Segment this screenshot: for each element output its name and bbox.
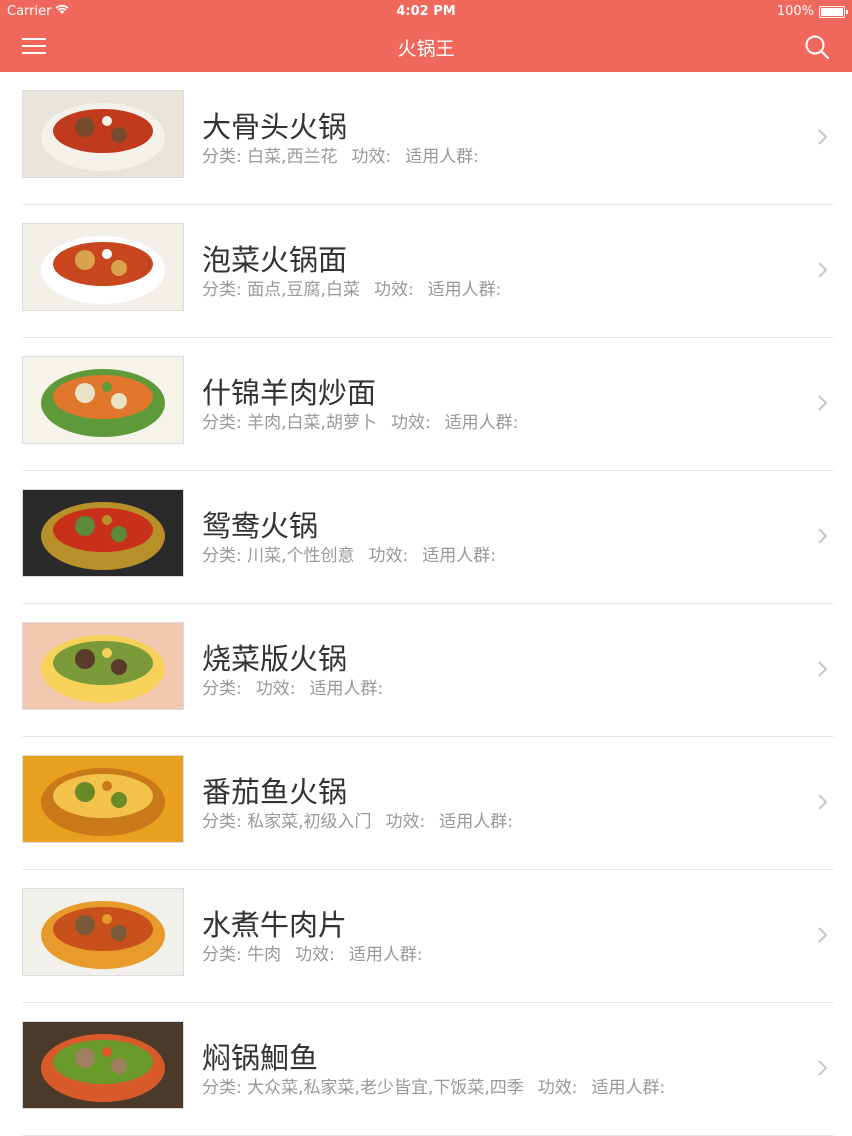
chevron-right-icon xyxy=(816,126,830,148)
recipe-effect: 功效: xyxy=(295,945,335,965)
recipe-effect: 功效: xyxy=(390,413,431,433)
recipe-category: 分类: 面点,豆腐,白菜 xyxy=(202,280,360,300)
navigation-bar: 火锅王 xyxy=(0,24,852,72)
chevron-right-icon xyxy=(816,259,830,281)
recipe-row[interactable]: 什锦羊肉炒面分类: 羊肉,白菜,胡萝卜 功效: 适用人群: xyxy=(0,338,852,471)
battery-percent: 100% xyxy=(776,4,814,19)
recipe-thumbnail xyxy=(22,755,184,843)
recipe-audience: 适用人群: xyxy=(591,1078,666,1098)
recipe-meta: 分类: 川菜,个性创意 功效: 适用人群: xyxy=(202,541,496,566)
recipe-category: 分类: 白菜,西兰花 xyxy=(202,147,338,167)
recipe-thumbnail xyxy=(22,888,184,976)
recipe-row[interactable]: 大骨头火锅分类: 白菜,西兰花 功效: 适用人群: xyxy=(0,72,852,205)
recipe-meta: 分类: 面点,豆腐,白菜 功效: 适用人群: xyxy=(202,275,501,300)
recipe-audience: 适用人群: xyxy=(405,147,480,167)
recipe-title: 水煮牛肉片 xyxy=(202,908,348,942)
recipe-row[interactable]: 番茄鱼火锅分类: 私家菜,初级入门 功效: 适用人群: xyxy=(0,737,852,870)
recipe-title: 番茄鱼火锅 xyxy=(202,775,348,809)
recipe-list: 大骨头火锅 分类: 白菜,西兰花 功效: 适用人群: 泡菜火锅面 分类: 面点,豆腐,白菜… xyxy=(0,72,852,1136)
recipe-row[interactable]: 泡菜火锅面分类: 面点,豆腐,白菜 功效: 适用人群: xyxy=(0,205,852,338)
recipe-title: 什锦羊肉炒面 xyxy=(202,376,377,410)
recipe-effect: 功效: xyxy=(537,1078,578,1098)
recipe-title: 大骨头火锅 xyxy=(202,110,348,144)
recipe-audience: 适用人群: xyxy=(348,945,423,965)
recipe-effect: 功效: xyxy=(255,679,296,699)
recipe-title: 烧菜版火锅 xyxy=(202,642,348,676)
recipe-meta: 分类: 羊肉,白菜,胡萝卜 功效: 适用人群: xyxy=(202,408,518,433)
recipe-effect: 功效: xyxy=(368,546,409,566)
page-title: 火锅王 xyxy=(397,38,455,60)
recipe-title: 泡菜火锅面 xyxy=(202,243,348,277)
recipe-audience: 适用人群: xyxy=(309,679,384,699)
chevron-right-icon xyxy=(816,791,830,813)
recipe-thumbnail xyxy=(22,1021,184,1109)
recipe-row[interactable]: 水煮牛肉片分类: 牛肉 功效: 适用人群: xyxy=(0,870,852,1003)
recipe-category: 分类: xyxy=(202,679,242,699)
recipe-meta: 分类: 私家菜,初级入门 功效: 适用人群: xyxy=(202,807,513,832)
chevron-right-icon xyxy=(816,658,830,680)
recipe-meta: 分类: 牛肉 功效: 适用人群: xyxy=(202,940,423,965)
recipe-row[interactable]: 焖锅鮰鱼分类: 大众菜,私家菜,老少皆宜,下饭菜,四季 功效: 适用人群: xyxy=(0,1003,852,1136)
chevron-right-icon xyxy=(816,924,830,946)
recipe-thumbnail xyxy=(22,223,184,311)
recipe-title: 鸳鸯火锅 xyxy=(202,509,319,543)
recipe-audience: 适用人群: xyxy=(427,280,502,300)
recipe-audience: 适用人群: xyxy=(444,413,519,433)
recipe-row[interactable]: 烧菜版火锅分类: 功效: 适用人群: xyxy=(0,604,852,737)
recipe-audience: 适用人群: xyxy=(422,546,497,566)
recipe-row[interactable]: 鸳鸯火锅分类: 川菜,个性创意 功效: 适用人群: xyxy=(0,471,852,604)
recipe-category: 分类: 羊肉,白菜,胡萝卜 xyxy=(202,413,377,433)
search-icon[interactable] xyxy=(804,34,830,60)
app-header: Carrier 4:02 PM 100% 火锅王 xyxy=(0,0,852,72)
recipe-meta: 分类: 功效: 适用人群: xyxy=(202,674,383,699)
status-bar: Carrier 4:02 PM 100% xyxy=(0,0,852,24)
battery-icon xyxy=(819,6,848,18)
recipe-effect: 功效: xyxy=(373,280,414,300)
recipe-effect: 功效: xyxy=(351,147,392,167)
recipe-category: 分类: 私家菜,初级入门 xyxy=(202,812,372,832)
recipe-meta: 分类: 大众菜,私家菜,老少皆宜,下饭菜,四季 功效: 适用人群: xyxy=(202,1073,665,1098)
recipe-category: 分类: 大众菜,私家菜,老少皆宜,下饭菜,四季 xyxy=(202,1078,524,1098)
chevron-right-icon xyxy=(816,525,830,547)
recipe-thumbnail xyxy=(22,622,184,710)
recipe-thumbnail xyxy=(22,90,184,178)
recipe-category: 分类: 川菜,个性创意 xyxy=(202,546,355,566)
recipe-category: 分类: 牛肉 xyxy=(202,945,282,965)
recipe-title: 焖锅鮰鱼 xyxy=(202,1041,319,1075)
recipe-thumbnail xyxy=(22,489,184,577)
chevron-right-icon xyxy=(816,392,830,414)
clock: 4:02 PM xyxy=(396,4,456,19)
recipe-audience: 适用人群: xyxy=(439,812,514,832)
recipe-effect: 功效: xyxy=(385,812,426,832)
chevron-right-icon xyxy=(816,1057,830,1079)
recipe-thumbnail xyxy=(22,356,184,444)
recipe-meta: 分类: 白菜,西兰花 功效: 适用人群: xyxy=(202,142,479,167)
